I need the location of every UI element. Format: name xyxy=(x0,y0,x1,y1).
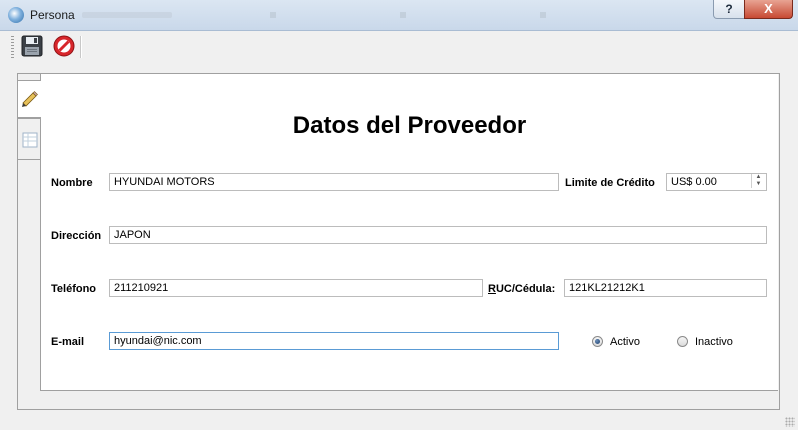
save-button[interactable] xyxy=(20,34,44,58)
limite-credito-label: Limite de Crédito xyxy=(565,177,655,189)
activo-radio[interactable] xyxy=(592,336,603,347)
cancel-button[interactable] xyxy=(52,34,76,58)
spin-down-icon[interactable]: ▼ xyxy=(751,181,765,188)
telefono-label: Teléfono xyxy=(51,283,97,295)
ruc-cedula-label: RUC/Cédula: xyxy=(488,283,555,295)
no-entry-icon xyxy=(53,35,75,57)
background-ghost xyxy=(270,12,276,18)
ruc-mnemonic: R xyxy=(488,283,496,295)
inactivo-label[interactable]: Inactivo xyxy=(695,336,733,348)
spin-up-icon[interactable]: ▲ xyxy=(751,174,765,181)
floppy-disk-icon xyxy=(21,35,43,57)
direccion-label: Dirección xyxy=(51,230,102,242)
close-button[interactable]: X xyxy=(744,0,793,19)
tab-edit[interactable] xyxy=(17,80,41,118)
page-title: Datos del Proveedor xyxy=(292,112,527,139)
direccion-field[interactable]: JAPON xyxy=(109,226,767,244)
app-icon xyxy=(8,7,24,23)
resize-grip[interactable] xyxy=(785,417,795,427)
email-label: E-mail xyxy=(51,336,85,348)
table-icon xyxy=(22,132,38,148)
background-ghost xyxy=(82,12,172,18)
toolbar xyxy=(0,31,798,63)
pencil-icon xyxy=(22,91,38,107)
limite-credito-value: US$ 0.00 xyxy=(671,176,717,188)
telefono-field[interactable]: 211210921 xyxy=(109,279,483,297)
title-bar: Persona ? X xyxy=(0,0,798,31)
email-field[interactable]: hyundai@nic.com xyxy=(109,332,559,350)
window-title: Persona xyxy=(30,8,75,22)
help-button[interactable]: ? xyxy=(713,0,745,19)
nombre-label: Nombre xyxy=(51,177,93,189)
ruc-label-rest: UC/Cédula: xyxy=(495,283,556,295)
toolbar-separator xyxy=(80,36,82,58)
form-panel: Datos del Proveedor Nombre HYUNDAI MOTOR… xyxy=(40,74,778,391)
nombre-field[interactable]: HYUNDAI MOTORS xyxy=(109,173,559,191)
tab-list[interactable] xyxy=(17,118,41,160)
activo-label[interactable]: Activo xyxy=(610,336,640,348)
inactivo-radio[interactable] xyxy=(677,336,688,347)
background-ghost xyxy=(540,12,546,18)
ruc-cedula-field[interactable]: 121KL21212K1 xyxy=(564,279,767,297)
limite-credito-spinner[interactable]: ▲ ▼ xyxy=(751,174,765,190)
limite-credito-field[interactable]: US$ 0.00 ▲ ▼ xyxy=(666,173,767,191)
toolbar-grip[interactable] xyxy=(11,36,14,58)
background-ghost xyxy=(400,12,406,18)
